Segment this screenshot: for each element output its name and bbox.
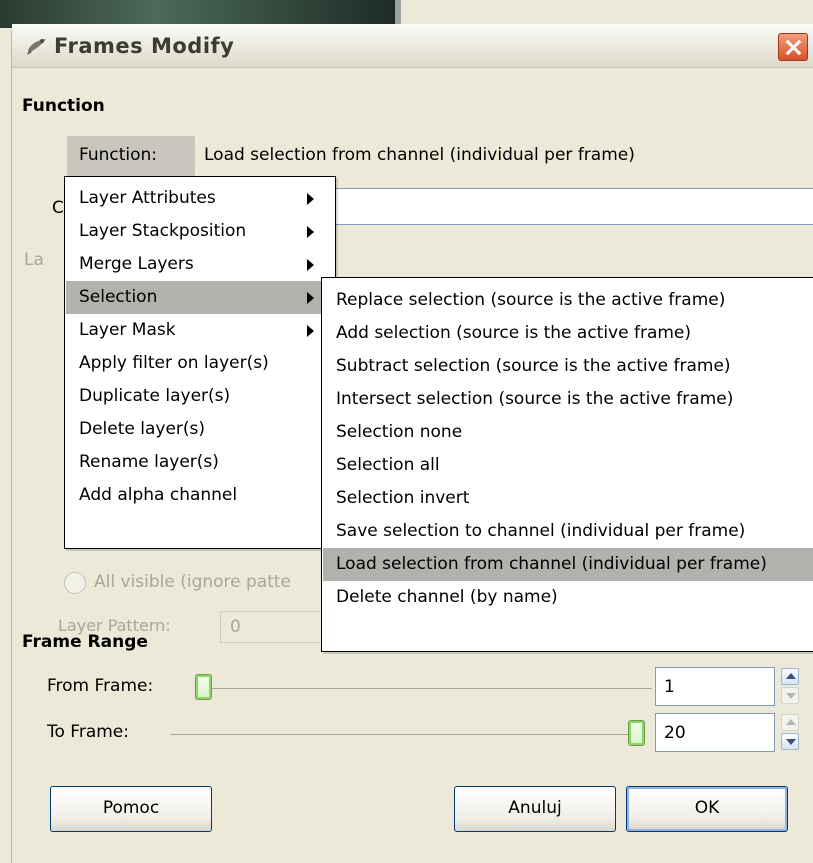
submenu-item-label: Replace selection (source is the active … [336, 290, 726, 310]
menu-item-layer-attributes[interactable]: Layer Attributes [66, 182, 334, 215]
cancel-button[interactable]: Anuluj [454, 786, 616, 832]
menu-item-apply-filter[interactable]: Apply filter on layer(s) [66, 347, 334, 380]
menu-item-label: Layer Mask [79, 320, 176, 340]
to-frame-slider-track[interactable] [170, 734, 630, 735]
submenu-item-subtract-selection[interactable]: Subtract selection (source is the active… [323, 350, 813, 383]
function-current-value: Load selection from channel (individual … [204, 145, 635, 165]
submenu-item-intersect-selection[interactable]: Intersect selection (source is the activ… [323, 383, 813, 416]
submenu-item-label: Save selection to channel (individual pe… [336, 521, 746, 541]
submenu-item-label: Subtract selection (source is the active… [336, 356, 731, 376]
submenu-item-selection-none[interactable]: Selection none [323, 416, 813, 449]
entry-label: C [52, 198, 64, 218]
function-menu-button[interactable]: Function: [67, 136, 195, 176]
submenu-arrow-icon [307, 259, 314, 271]
selection-submenu: Replace selection (source is the active … [321, 277, 813, 652]
from-frame-value: 1 [664, 677, 675, 697]
menu-item-selection[interactable]: Selection [66, 281, 334, 314]
submenu-arrow-icon [307, 226, 314, 238]
from-frame-slider-track[interactable] [197, 688, 652, 689]
menu-item-label: Delete layer(s) [79, 419, 206, 439]
menu-item-rename-layers[interactable]: Rename layer(s) [66, 446, 334, 479]
submenu-item-add-selection[interactable]: Add selection (source is the active fram… [323, 317, 813, 350]
menu-item-label: Rename layer(s) [79, 452, 219, 472]
to-frame-decrement-button[interactable] [781, 733, 799, 750]
window-title: Frames Modify [54, 34, 235, 58]
submenu-item-replace-selection[interactable]: Replace selection (source is the active … [323, 284, 813, 317]
close-button[interactable] [778, 33, 808, 61]
name-entry-field[interactable] [335, 188, 813, 225]
submenu-arrow-icon [307, 325, 314, 337]
submenu-item-selection-invert[interactable]: Selection invert [323, 482, 813, 515]
menu-item-label: Layer Stackposition [79, 221, 247, 241]
help-button-label: Pomoc [102, 798, 160, 818]
from-frame-label: From Frame: [47, 676, 154, 696]
from-frame-spinbox[interactable]: 1 [655, 667, 775, 706]
layer-pattern-field[interactable]: 0 [220, 611, 334, 643]
layer-section-heading: La [24, 250, 44, 270]
menu-item-merge-layers[interactable]: Merge Layers [66, 248, 334, 281]
to-frame-label: To Frame: [47, 722, 129, 742]
background-window-edge [0, 30, 12, 863]
menu-item-layer-mask[interactable]: Layer Mask [66, 314, 334, 347]
from-frame-slider-handle[interactable] [195, 674, 212, 700]
help-button[interactable]: Pomoc [50, 786, 212, 832]
function-heading: Function [22, 96, 105, 116]
submenu-arrow-icon [307, 292, 314, 304]
submenu-item-label: Selection all [336, 455, 440, 475]
ok-button-label: OK [694, 798, 720, 818]
menu-item-label: Apply filter on layer(s) [79, 353, 269, 373]
submenu-item-selection-all[interactable]: Selection all [323, 449, 813, 482]
submenu-item-label: Load selection from channel (individual … [336, 554, 767, 574]
to-frame-slider-handle[interactable] [628, 720, 645, 746]
function-button-label: Function: [79, 145, 158, 165]
gimp-icon [27, 39, 46, 55]
menu-item-layer-stackposition[interactable]: Layer Stackposition [66, 215, 334, 248]
menu-item-add-alpha-channel[interactable]: Add alpha channel [66, 479, 334, 512]
layer-pattern-value: 0 [230, 617, 241, 637]
submenu-item-load-selection[interactable]: Load selection from channel (individual … [323, 548, 813, 581]
to-frame-spinbox[interactable]: 20 [655, 713, 775, 752]
menu-item-label: Selection [79, 287, 158, 307]
to-frame-spin-arrows [781, 713, 801, 752]
all-visible-radio[interactable] [64, 572, 86, 594]
cancel-button-label: Anuluj [508, 798, 562, 818]
from-frame-spin-arrows [781, 667, 801, 706]
submenu-arrow-icon [307, 193, 314, 205]
title-bar[interactable]: Frames Modify [12, 24, 813, 68]
submenu-item-label: Selection none [336, 422, 463, 442]
submenu-item-save-selection[interactable]: Save selection to channel (individual pe… [323, 515, 813, 548]
submenu-item-label: Intersect selection (source is the activ… [336, 389, 734, 409]
to-frame-value: 20 [664, 723, 686, 743]
menu-item-label: Layer Attributes [79, 188, 216, 208]
menu-item-delete-layers[interactable]: Delete layer(s) [66, 413, 334, 446]
submenu-item-delete-channel[interactable]: Delete channel (by name) [323, 581, 813, 614]
frames-modify-dialog: Frames Modify Function Function: Load se… [12, 24, 813, 863]
menu-item-label: Duplicate layer(s) [79, 386, 231, 406]
to-frame-increment-button[interactable] [781, 714, 799, 731]
submenu-item-label: Selection invert [336, 488, 470, 508]
menu-item-label: Merge Layers [79, 254, 194, 274]
from-frame-increment-button[interactable] [781, 668, 799, 685]
ok-button[interactable]: OK [626, 786, 788, 832]
all-visible-label: All visible (ignore patte [94, 572, 292, 592]
submenu-item-label: Add selection (source is the active fram… [336, 323, 692, 343]
function-menu: Layer Attributes Layer Stackposition Mer… [64, 176, 336, 549]
submenu-item-label: Delete channel (by name) [336, 587, 558, 607]
menu-item-label: Add alpha channel [79, 485, 238, 505]
menu-item-duplicate-layers[interactable]: Duplicate layer(s) [66, 380, 334, 413]
frame-range-heading: Frame Range [22, 632, 148, 652]
from-frame-decrement-button[interactable] [781, 687, 799, 704]
